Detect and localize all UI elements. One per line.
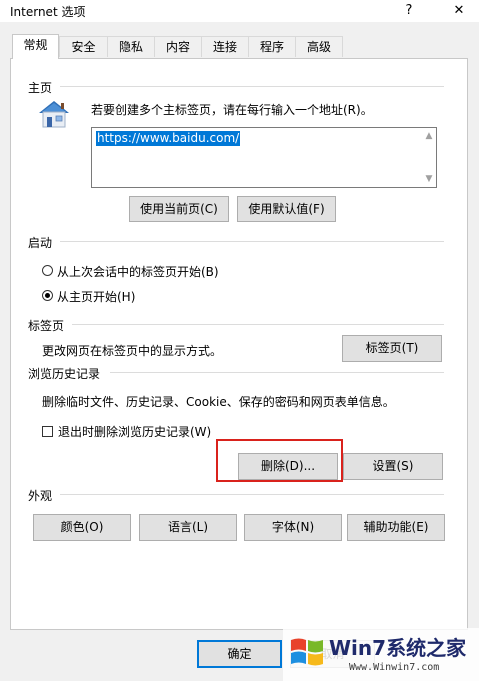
tab-security[interactable]: 安全 — [59, 36, 108, 57]
tab-programs[interactable]: 程序 — [248, 36, 296, 57]
title-bar: Internet 选项 ? ✕ — [0, 0, 479, 22]
home-url-textarea[interactable]: https://www.baidu.com/ ▲ ▼ — [91, 127, 437, 188]
radio-last-session[interactable] — [42, 265, 53, 276]
fonts-button[interactable]: 字体(N) — [244, 514, 342, 541]
radio-last-session-label[interactable]: 从上次会话中的标签页开始(B) — [57, 263, 219, 280]
tabs-description: 更改网页在标签页中的显示方式。 — [42, 344, 223, 358]
tabs-divider — [72, 324, 444, 325]
use-default-button[interactable]: 使用默认值(F) — [237, 196, 336, 222]
watermark: Win7系统之家 Www.Winwin7.com — [283, 628, 479, 681]
tab-advanced[interactable]: 高级 — [295, 36, 343, 57]
watermark-url: Www.Winwin7.com — [349, 662, 440, 673]
tabs-heading: 标签页 — [28, 319, 65, 333]
accessibility-button[interactable]: 辅助功能(E) — [347, 514, 445, 541]
appearance-divider — [60, 494, 444, 495]
tab-privacy[interactable]: 隐私 — [107, 36, 155, 57]
history-settings-button[interactable]: 设置(S) — [343, 453, 443, 480]
startup-heading: 启动 — [28, 236, 53, 250]
home-divider — [60, 86, 444, 87]
home-url-text: https://www.baidu.com/ — [96, 131, 241, 146]
use-current-button[interactable]: 使用当前页(C) — [129, 196, 229, 222]
close-button[interactable]: ✕ — [446, 0, 472, 22]
delete-on-exit-checkbox[interactable] — [42, 426, 53, 437]
help-button[interactable]: ? — [396, 0, 422, 22]
tab-content[interactable]: 内容 — [154, 36, 202, 57]
colors-button[interactable]: 颜色(O) — [33, 514, 131, 541]
tab-connections[interactable]: 连接 — [201, 36, 249, 57]
delete-history-button[interactable]: 删除(D)... — [238, 453, 338, 480]
house-icon — [39, 101, 69, 128]
tabs-settings-button[interactable]: 标签页(T) — [342, 335, 442, 362]
history-heading: 浏览历史记录 — [28, 367, 101, 381]
window-title: Internet 选项 — [10, 5, 86, 19]
startup-divider — [60, 241, 444, 242]
scroll-up-icon[interactable]: ▲ — [424, 131, 434, 141]
home-heading: 主页 — [28, 81, 53, 95]
tab-general[interactable]: 常规 — [12, 34, 59, 59]
history-divider — [110, 372, 444, 373]
home-instruction: 若要创建多个主标签页，请在每行输入一个地址(R)。 — [91, 103, 373, 117]
appearance-heading: 外观 — [28, 489, 53, 503]
radio-home-page[interactable] — [42, 290, 53, 301]
windows-logo-icon — [291, 638, 323, 666]
ok-button[interactable]: 确定 — [197, 640, 282, 668]
scroll-down-icon[interactable]: ▼ — [424, 174, 434, 184]
history-description: 删除临时文件、历史记录、Cookie、保存的密码和网页表单信息。 — [42, 395, 395, 409]
watermark-brand: Win7系统之家 — [329, 636, 467, 660]
languages-button[interactable]: 语言(L) — [139, 514, 237, 541]
radio-home-page-label[interactable]: 从主页开始(H) — [57, 288, 135, 305]
delete-on-exit-label[interactable]: 退出时删除浏览历史记录(W) — [58, 423, 211, 440]
